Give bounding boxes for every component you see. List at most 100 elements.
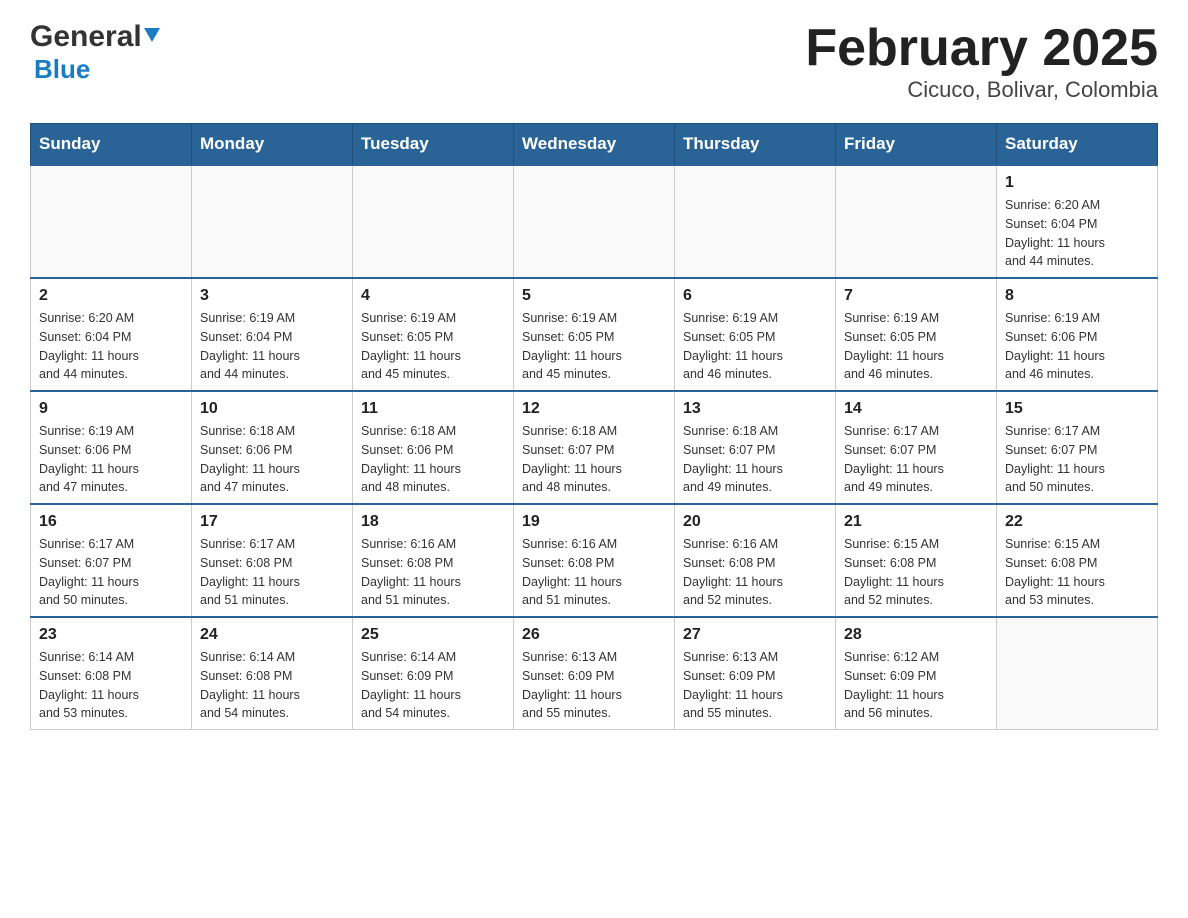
day-info: Sunrise: 6:16 AM Sunset: 6:08 PM Dayligh… — [683, 535, 827, 610]
day-number: 5 — [522, 287, 666, 305]
calendar-cell: 16 Sunrise: 6:17 AM Sunset: 6:07 PM Dayli… — [31, 504, 192, 617]
page-header: General Blue February 2025 Cicuco, Boliv… — [30, 20, 1158, 103]
calendar-cell: 7 Sunrise: 6:19 AM Sunset: 6:05 PM Daylig… — [836, 278, 997, 391]
logo: General Blue — [30, 20, 160, 85]
calendar-cell: 20 Sunrise: 6:16 AM Sunset: 6:08 PM Dayli… — [675, 504, 836, 617]
calendar-cell: 27Sunrise: 6:13 AM Sunset: 6:09 PM Dayli… — [675, 617, 836, 730]
day-number: 12 — [522, 400, 666, 418]
day-number: 26 — [522, 626, 666, 644]
day-number: 16 — [39, 513, 183, 531]
day-info: Sunrise: 6:14 AM Sunset: 6:08 PM Dayligh… — [39, 648, 183, 723]
day-info: Sunrise: 6:18 AM Sunset: 6:07 PM Dayligh… — [522, 422, 666, 497]
calendar-cell: 14 Sunrise: 6:17 AM Sunset: 6:07 PM Dayli… — [836, 391, 997, 504]
column-header-wednesday: Wednesday — [514, 124, 675, 166]
day-info: Sunrise: 6:17 AM Sunset: 6:08 PM Dayligh… — [200, 535, 344, 610]
calendar-cell: 4Sunrise: 6:19 AM Sunset: 6:05 PM Daylig… — [353, 278, 514, 391]
week-row-5: 23 Sunrise: 6:14 AM Sunset: 6:08 PM Dayli… — [31, 617, 1158, 730]
day-number: 23 — [39, 626, 183, 644]
day-number: 21 — [844, 513, 988, 531]
calendar-cell: 26 Sunrise: 6:13 AM Sunset: 6:09 PM Dayli… — [514, 617, 675, 730]
column-header-friday: Friday — [836, 124, 997, 166]
calendar-cell: 22 Sunrise: 6:15 AM Sunset: 6:08 PM Dayli… — [997, 504, 1158, 617]
day-info: Sunrise: 6:16 AM Sunset: 6:08 PM Dayligh… — [522, 535, 666, 610]
calendar-cell: 23 Sunrise: 6:14 AM Sunset: 6:08 PM Dayli… — [31, 617, 192, 730]
day-info: Sunrise: 6:18 AM Sunset: 6:06 PM Dayligh… — [361, 422, 505, 497]
day-info: Sunrise: 6:18 AM Sunset: 6:06 PM Dayligh… — [200, 422, 344, 497]
day-number: 8 — [1005, 287, 1149, 305]
calendar-cell: 2 Sunrise: 6:20 AM Sunset: 6:04 PM Daylig… — [31, 278, 192, 391]
calendar-cell — [997, 617, 1158, 730]
day-number: 1 — [1005, 174, 1149, 192]
day-info: Sunrise: 6:20 AM Sunset: 6:04 PM Dayligh… — [39, 309, 183, 384]
day-number: 3 — [200, 287, 344, 305]
day-info: Sunrise: 6:17 AM Sunset: 6:07 PM Dayligh… — [844, 422, 988, 497]
day-info: Sunrise: 6:16 AM Sunset: 6:08 PM Dayligh… — [361, 535, 505, 610]
day-number: 27 — [683, 626, 827, 644]
calendar-cell — [192, 165, 353, 278]
calendar-cell: 1Sunrise: 6:20 AM Sunset: 6:04 PM Daylig… — [997, 165, 1158, 278]
day-info: Sunrise: 6:12 AM Sunset: 6:09 PM Dayligh… — [844, 648, 988, 723]
calendar-cell: 25 Sunrise: 6:14 AM Sunset: 6:09 PM Dayli… — [353, 617, 514, 730]
calendar-title: February 2025 — [805, 20, 1158, 77]
day-info: Sunrise: 6:14 AM Sunset: 6:09 PM Dayligh… — [361, 648, 505, 723]
day-info: Sunrise: 6:19 AM Sunset: 6:06 PM Dayligh… — [1005, 309, 1149, 384]
column-header-tuesday: Tuesday — [353, 124, 514, 166]
day-number: 7 — [844, 287, 988, 305]
calendar-header-row: SundayMondayTuesdayWednesdayThursdayFrid… — [31, 124, 1158, 166]
calendar-table: SundayMondayTuesdayWednesdayThursdayFrid… — [30, 123, 1158, 730]
calendar-cell: 13 Sunrise: 6:18 AM Sunset: 6:07 PM Dayli… — [675, 391, 836, 504]
calendar-cell: 17 Sunrise: 6:17 AM Sunset: 6:08 PM Dayli… — [192, 504, 353, 617]
day-number: 28 — [844, 626, 988, 644]
day-info: Sunrise: 6:19 AM Sunset: 6:05 PM Dayligh… — [844, 309, 988, 384]
day-number: 25 — [361, 626, 505, 644]
calendar-cell: 19 Sunrise: 6:16 AM Sunset: 6:08 PM Dayli… — [514, 504, 675, 617]
day-info: Sunrise: 6:17 AM Sunset: 6:07 PM Dayligh… — [1005, 422, 1149, 497]
day-number: 19 — [522, 513, 666, 531]
calendar-cell — [31, 165, 192, 278]
calendar-cell: 21Sunrise: 6:15 AM Sunset: 6:08 PM Dayli… — [836, 504, 997, 617]
column-header-thursday: Thursday — [675, 124, 836, 166]
calendar-cell: 9 Sunrise: 6:19 AM Sunset: 6:06 PM Daylig… — [31, 391, 192, 504]
logo-general-text: General — [30, 20, 142, 54]
logo-triangle-icon — [144, 28, 160, 42]
day-number: 14 — [844, 400, 988, 418]
day-number: 18 — [361, 513, 505, 531]
day-info: Sunrise: 6:19 AM Sunset: 6:05 PM Dayligh… — [522, 309, 666, 384]
calendar-cell — [836, 165, 997, 278]
day-number: 11 — [361, 400, 505, 418]
calendar-cell: 5 Sunrise: 6:19 AM Sunset: 6:05 PM Daylig… — [514, 278, 675, 391]
day-info: Sunrise: 6:18 AM Sunset: 6:07 PM Dayligh… — [683, 422, 827, 497]
logo-blue-text: Blue — [34, 54, 90, 84]
day-info: Sunrise: 6:19 AM Sunset: 6:06 PM Dayligh… — [39, 422, 183, 497]
column-header-sunday: Sunday — [31, 124, 192, 166]
week-row-2: 2 Sunrise: 6:20 AM Sunset: 6:04 PM Daylig… — [31, 278, 1158, 391]
week-row-3: 9 Sunrise: 6:19 AM Sunset: 6:06 PM Daylig… — [31, 391, 1158, 504]
day-number: 22 — [1005, 513, 1149, 531]
calendar-cell: 6 Sunrise: 6:19 AM Sunset: 6:05 PM Daylig… — [675, 278, 836, 391]
day-info: Sunrise: 6:19 AM Sunset: 6:05 PM Dayligh… — [361, 309, 505, 384]
day-number: 20 — [683, 513, 827, 531]
calendar-subtitle: Cicuco, Bolivar, Colombia — [805, 77, 1158, 103]
day-number: 2 — [39, 287, 183, 305]
calendar-cell: 8 Sunrise: 6:19 AM Sunset: 6:06 PM Daylig… — [997, 278, 1158, 391]
day-number: 9 — [39, 400, 183, 418]
day-number: 24 — [200, 626, 344, 644]
calendar-cell: 15 Sunrise: 6:17 AM Sunset: 6:07 PM Dayli… — [997, 391, 1158, 504]
calendar-cell: 11 Sunrise: 6:18 AM Sunset: 6:06 PM Dayli… — [353, 391, 514, 504]
day-info: Sunrise: 6:13 AM Sunset: 6:09 PM Dayligh… — [522, 648, 666, 723]
day-number: 15 — [1005, 400, 1149, 418]
day-info: Sunrise: 6:15 AM Sunset: 6:08 PM Dayligh… — [1005, 535, 1149, 610]
day-number: 6 — [683, 287, 827, 305]
day-info: Sunrise: 6:19 AM Sunset: 6:05 PM Dayligh… — [683, 309, 827, 384]
week-row-1: 1Sunrise: 6:20 AM Sunset: 6:04 PM Daylig… — [31, 165, 1158, 278]
day-number: 17 — [200, 513, 344, 531]
column-header-monday: Monday — [192, 124, 353, 166]
calendar-cell: 3Sunrise: 6:19 AM Sunset: 6:04 PM Daylig… — [192, 278, 353, 391]
title-block: February 2025 Cicuco, Bolivar, Colombia — [805, 20, 1158, 103]
calendar-cell: 18 Sunrise: 6:16 AM Sunset: 6:08 PM Dayli… — [353, 504, 514, 617]
day-info: Sunrise: 6:14 AM Sunset: 6:08 PM Dayligh… — [200, 648, 344, 723]
day-number: 13 — [683, 400, 827, 418]
day-info: Sunrise: 6:17 AM Sunset: 6:07 PM Dayligh… — [39, 535, 183, 610]
calendar-cell: 28 Sunrise: 6:12 AM Sunset: 6:09 PM Dayli… — [836, 617, 997, 730]
calendar-cell: 10Sunrise: 6:18 AM Sunset: 6:06 PM Dayli… — [192, 391, 353, 504]
